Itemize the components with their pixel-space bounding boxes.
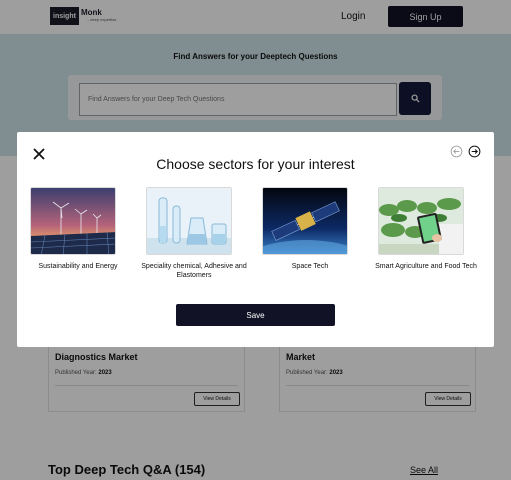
arrow-left-circle-icon[interactable] [450,145,463,158]
arrow-right-circle-icon[interactable] [468,145,481,158]
sector-option-speciality-chemical[interactable]: Speciality chemical, Adhesive and Elasto… [140,187,248,280]
modal-title: Choose sectors for your interest [156,156,355,172]
greenhouse-tablet-image [378,187,464,255]
wind-turbine-solar-image [30,187,116,255]
sector-option-sustainability[interactable]: Sustainability and Energy [24,187,132,271]
save-button[interactable]: Save [176,304,335,326]
sector-label: Smart Agriculture and Food Tech [375,263,477,270]
sector-option-smart-agriculture[interactable]: Smart Agriculture and Food Tech [372,187,480,271]
sector-label: Space Tech [291,263,329,270]
satellite-image [262,187,348,255]
lab-glassware-image [146,187,232,255]
sector-label: Speciality chemical, Adhesive and Elasto… [141,263,247,279]
sector-option-space-tech[interactable]: Space Tech [256,187,364,271]
sector-selection-modal: Choose sectors for your interest Sustain… [17,132,494,347]
sector-label: Sustainability and Energy [38,263,118,270]
